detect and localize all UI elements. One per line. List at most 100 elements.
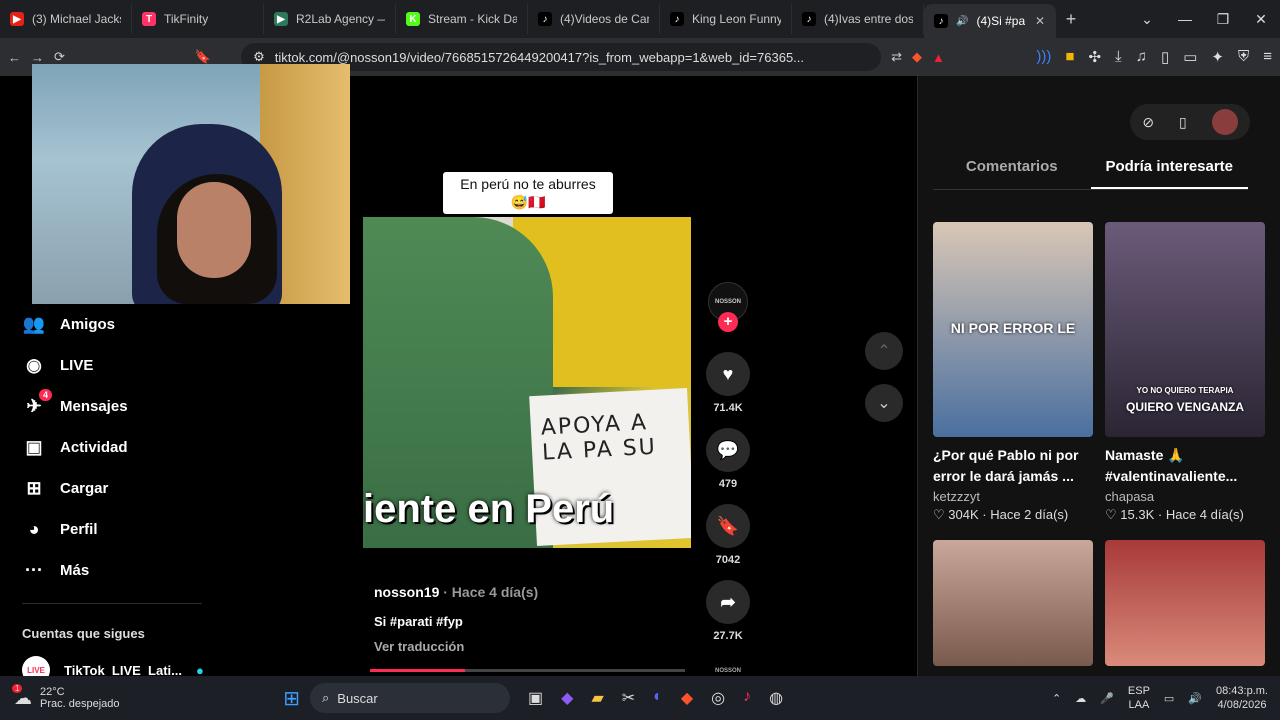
- tab-favicon-icon: ▶: [274, 12, 288, 26]
- sidebar-item-label: Más: [60, 562, 90, 579]
- sidebar-item-friends[interactable]: 👥 Amigos: [0, 304, 210, 345]
- sidebar-toggle-icon[interactable]: ▯: [1161, 48, 1169, 66]
- next-video-button[interactable]: ⌄: [865, 384, 903, 422]
- suggested-author[interactable]: ketzzzyt: [933, 489, 1093, 504]
- sidebar-item-messages[interactable]: ✈ 4 Mensajes: [0, 386, 210, 427]
- weather-widget[interactable]: ☁ 1 22°C Prac. despejado ⊞: [0, 683, 300, 711]
- video-player[interactable]: APOYA A LA PA SU iente en Perú: [363, 217, 691, 548]
- sidebar-item-activity[interactable]: ▣ Actividad: [0, 427, 210, 468]
- sidebar-item-more[interactable]: ··· Más: [0, 550, 210, 591]
- user-avatar[interactable]: [1211, 109, 1238, 135]
- like-button[interactable]: ♥: [706, 352, 750, 396]
- suggested-card[interactable]: YO NO QUIERO TERAPIA QUIERO VENGANZA Nam…: [1105, 222, 1265, 523]
- m365-icon[interactable]: ◆: [561, 688, 573, 708]
- close-window-button[interactable]: ✕: [1242, 11, 1280, 28]
- profile-icon-glyph: ◕: [28, 519, 40, 539]
- tab-title: TikFinity: [164, 12, 209, 26]
- browser-tab[interactable]: ♪ 🔊 (4)Si #pa ✕: [924, 4, 1056, 38]
- wallet-icon[interactable]: ▭: [1183, 48, 1197, 66]
- tab-comments[interactable]: Comentarios: [933, 150, 1091, 189]
- author-name[interactable]: nosson19: [374, 584, 439, 600]
- new-tab-button[interactable]: +: [1056, 9, 1086, 30]
- extension-icon[interactable]: ■: [1065, 48, 1074, 66]
- more-icon: ···: [22, 559, 46, 583]
- forward-icon[interactable]: →: [31, 50, 44, 65]
- tab-suggested[interactable]: Podría interesarte: [1090, 150, 1248, 189]
- taskbar-search[interactable]: ⌕ Buscar: [310, 683, 510, 713]
- browser-tab[interactable]: ♪ (4)Videos de Car: [528, 4, 660, 34]
- sidebar-item-label: Actividad: [60, 439, 128, 456]
- see-translation-link[interactable]: Ver traducción: [374, 639, 694, 654]
- file-explorer-icon[interactable]: ▰: [591, 688, 603, 708]
- brave-shield-icon[interactable]: ◆: [912, 49, 922, 65]
- task-view-icon[interactable]: ▣: [528, 688, 543, 708]
- suggested-card[interactable]: [1105, 540, 1265, 666]
- tab-close-icon[interactable]: ✕: [1035, 14, 1045, 28]
- suggested-thumbnail[interactable]: YO NO QUIERO TERAPIA QUIERO VENGANZA: [1105, 222, 1265, 437]
- minimize-button[interactable]: —: [1166, 11, 1204, 28]
- video-progress-fill: [370, 669, 465, 672]
- sidebar-item-upload[interactable]: ⊞ Cargar: [0, 468, 210, 509]
- browser-tab[interactable]: ♪ King Leon Funny: [660, 4, 792, 34]
- sidebar-item-profile[interactable]: ◕ Perfil: [0, 509, 210, 550]
- volume-icon[interactable]: 🔊: [1188, 692, 1202, 705]
- brave-icon[interactable]: ◆: [681, 688, 693, 708]
- like-count: 71.4K: [713, 402, 743, 414]
- tab-list-button[interactable]: ⌄: [1128, 11, 1166, 28]
- network-icon[interactable]: ▭: [1164, 692, 1174, 705]
- phone-icon[interactable]: ▯: [1179, 114, 1187, 131]
- maximize-button[interactable]: ❐: [1204, 11, 1242, 28]
- share-button[interactable]: ➦: [706, 580, 750, 624]
- reload-icon[interactable]: ⟳: [54, 49, 65, 65]
- browser-tab[interactable]: ♪ (4)Ivas entre dos: [792, 4, 924, 34]
- bookmark-icon[interactable]: 🔖: [195, 49, 211, 65]
- tab-favicon-icon: ♪: [934, 14, 948, 28]
- browser-tab[interactable]: K Stream - Kick Da: [396, 4, 528, 34]
- friends-icon-glyph: 👥: [22, 314, 46, 334]
- clock[interactable]: 08:43:p.m. 4/08/2026: [1216, 684, 1268, 712]
- obs-icon[interactable]: ◎: [711, 688, 725, 708]
- mic-icon[interactable]: 🎤: [1100, 692, 1114, 705]
- translate-icon[interactable]: ⇄: [891, 49, 902, 65]
- follow-button[interactable]: +: [718, 312, 738, 332]
- capcut-icon[interactable]: ✂: [622, 688, 635, 708]
- suggested-thumbnail[interactable]: [1105, 540, 1265, 666]
- video-progress-bar[interactable]: [370, 669, 685, 672]
- windows-start-icon[interactable]: ⊞: [283, 686, 300, 711]
- comment-button[interactable]: 💬: [706, 428, 750, 472]
- browser-tab[interactable]: ▶ (3) Michael Jacks: [0, 4, 132, 34]
- tab-audio-icon[interactable]: 🔊: [956, 16, 968, 27]
- suggested-thumbnail[interactable]: NI POR ERROR LE: [933, 222, 1093, 437]
- leo-ai-icon[interactable]: ✦: [1211, 48, 1224, 66]
- compass-icon[interactable]: ⊘: [1142, 114, 1154, 131]
- save-button[interactable]: 🔖: [706, 504, 750, 548]
- back-icon[interactable]: ←: [8, 50, 21, 65]
- previous-video-button[interactable]: ⌃: [865, 332, 903, 370]
- tray-overflow-icon[interactable]: ⌃: [1052, 692, 1061, 705]
- brave-rewards-icon[interactable]: ▲: [932, 50, 945, 65]
- cloud-icon[interactable]: ☁: [1075, 692, 1086, 705]
- audio-icon[interactable]: ))): [1036, 48, 1051, 66]
- app-icon[interactable]: ◍: [769, 688, 783, 708]
- download-icon[interactable]: ⤓: [1115, 48, 1122, 66]
- site-info-icon[interactable]: ⚙: [253, 49, 265, 65]
- menu-icon[interactable]: ≡: [1263, 48, 1272, 66]
- puzzle-icon[interactable]: ✣: [1088, 48, 1101, 66]
- suggested-author[interactable]: chapasa: [1105, 489, 1265, 504]
- vpn-icon[interactable]: ⛨: [1238, 48, 1249, 66]
- browser-tab[interactable]: ▶ R2Lab Agency —: [264, 4, 396, 34]
- video-description[interactable]: Si #parati #fyp: [374, 614, 694, 629]
- language-indicator[interactable]: ESP LAA: [1128, 684, 1150, 712]
- suggested-thumbnail[interactable]: [933, 540, 1093, 666]
- music-icon[interactable]: ♫: [1136, 48, 1147, 66]
- sidebar-item-label: Mensajes: [60, 398, 128, 415]
- suggested-card[interactable]: NI POR ERROR LE ¿Por qué Pablo ni por er…: [933, 222, 1093, 523]
- tiktok-icon[interactable]: ♪: [743, 688, 751, 708]
- webcam-overlay: [32, 64, 350, 304]
- suggested-stats: ♡ 15.3K · Hace 4 día(s): [1105, 507, 1244, 522]
- browser-tab[interactable]: T TikFinity: [132, 4, 264, 34]
- suggested-card[interactable]: [933, 540, 1093, 666]
- sidebar-item-live[interactable]: ◉ LIVE: [0, 345, 210, 386]
- discord-icon[interactable]: ◐: [653, 688, 663, 708]
- weather-temp: 22°C: [40, 686, 65, 698]
